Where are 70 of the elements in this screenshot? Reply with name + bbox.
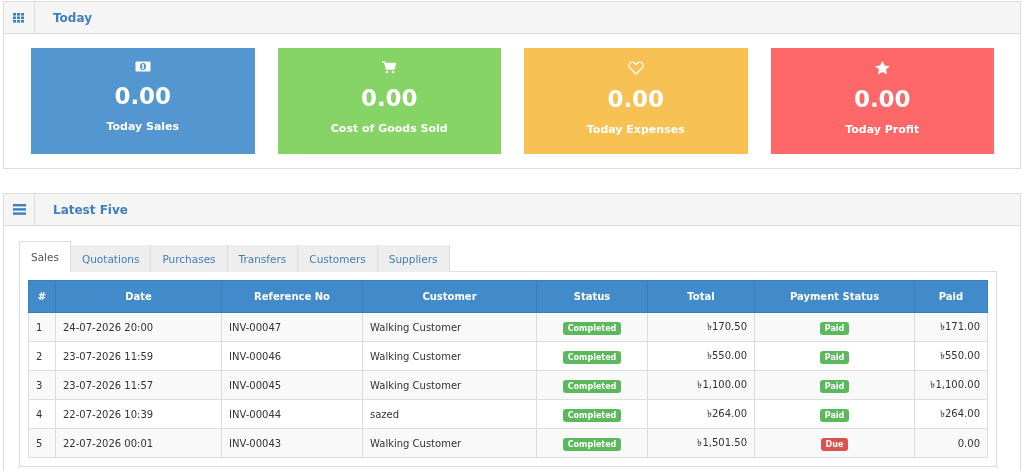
table-cell: 23-07-2026 11:57	[55, 370, 222, 400]
stat-label: Today Expenses	[586, 123, 685, 136]
table-cell: ৳1,501.50	[647, 428, 755, 458]
tab[interactable]: Purchases	[151, 245, 228, 272]
star-icon	[874, 61, 890, 75]
table-cell: 23-07-2026 11:59	[55, 341, 222, 371]
cart-icon	[382, 61, 397, 74]
table-cell: 4	[28, 399, 56, 429]
stat-value: 0.00	[853, 85, 911, 113]
table-cell: INV-00046	[221, 341, 363, 371]
column-header: #	[28, 280, 56, 313]
column-header: Payment Status	[754, 280, 915, 313]
column-header: Status	[536, 280, 648, 313]
stat-value: 0.00	[360, 84, 418, 112]
table-cell: Walking Customer	[362, 312, 537, 342]
stat-value: 0.00	[607, 85, 665, 113]
payment-label: Due	[820, 437, 849, 451]
banknote-icon	[134, 61, 151, 72]
table-cell: 3	[28, 370, 56, 400]
stat-label: Today Sales	[106, 120, 180, 133]
column-header: Date	[55, 280, 222, 313]
table-cell: ৳171.00	[914, 312, 988, 342]
table-cell: 22-07-2026 10:39	[55, 399, 222, 429]
tab[interactable]: Transfers	[227, 245, 299, 272]
tab[interactable]: Customers	[298, 245, 378, 272]
stat-value: 0.00	[114, 82, 172, 110]
table-cell: Walking Customer	[362, 370, 537, 400]
table-cell: INV-00043	[221, 428, 363, 458]
list-icon	[12, 204, 26, 215]
column-header: Customer	[362, 280, 537, 313]
table-cell: sazed	[362, 399, 537, 429]
tab[interactable]: Sales	[19, 241, 71, 272]
table-cell: ৳550.00	[647, 341, 755, 371]
table-cell: INV-00047	[221, 312, 363, 342]
table-cell: ৳1,100.00	[914, 370, 988, 400]
table-cell: 24-07-2026 20:00	[55, 312, 222, 342]
status-label: Completed	[562, 350, 622, 364]
panel-title: Latest Five	[53, 202, 128, 217]
status-label: Completed	[562, 408, 622, 422]
column-header: Reference No	[221, 280, 363, 313]
table-cell: 5	[28, 428, 56, 458]
stat-label: Cost of Goods Sold	[330, 122, 448, 135]
table-cell: ৳264.00	[647, 399, 755, 429]
table-cell: 22-07-2026 00:01	[55, 428, 222, 458]
grid-icon	[13, 12, 25, 23]
status-label: Completed	[562, 437, 622, 451]
tab[interactable]: Quotations	[70, 245, 152, 272]
table-cell: Walking Customer	[362, 341, 537, 371]
status-label: Completed	[562, 321, 622, 335]
stat-label: Today Profit	[845, 123, 920, 136]
table-cell: ৳1,100.00	[647, 370, 755, 400]
table-cell: 2	[28, 341, 56, 371]
table-cell: INV-00044	[221, 399, 363, 429]
status-label: Completed	[562, 379, 622, 393]
table-cell: 0.00	[914, 428, 988, 458]
heart-icon	[627, 61, 644, 75]
payment-label: Paid	[819, 321, 850, 335]
payment-label: Paid	[819, 408, 850, 422]
column-header: Total	[647, 280, 755, 313]
table-cell: ৳550.00	[914, 341, 988, 371]
tab[interactable]: Suppliers	[377, 245, 450, 272]
table-cell: ৳170.50	[647, 312, 755, 342]
panel-title: Today	[53, 10, 92, 25]
table-cell: 1	[28, 312, 56, 342]
payment-label: Paid	[819, 379, 850, 393]
column-header: Paid	[914, 280, 988, 313]
table-cell: INV-00045	[221, 370, 363, 400]
payment-label: Paid	[819, 350, 850, 364]
table-cell: ৳264.00	[914, 399, 988, 429]
table-cell: Walking Customer	[362, 428, 537, 458]
